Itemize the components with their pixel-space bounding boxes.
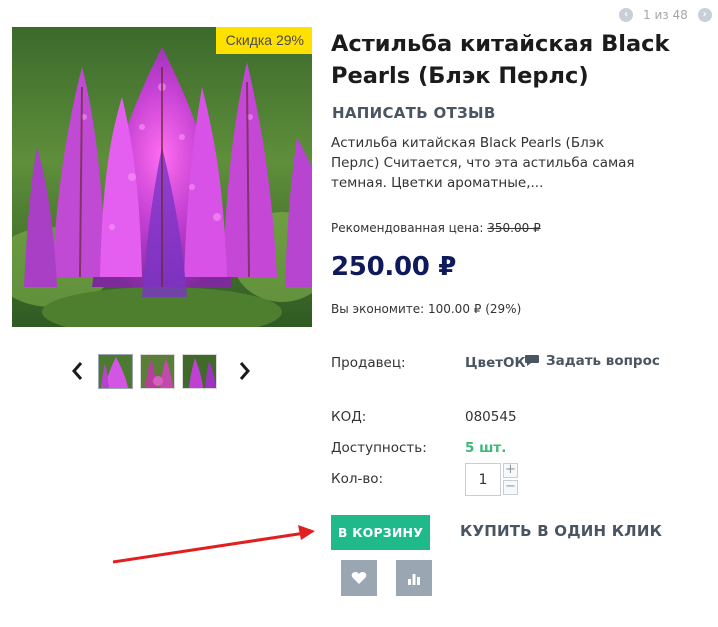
minus-icon[interactable]: − (503, 480, 518, 495)
product-main-image[interactable]: Скидка 29% (12, 27, 312, 327)
thumbnail-carousel (66, 352, 261, 390)
quantity-stepper: + − (465, 463, 519, 496)
seller-value: ЦветОК (465, 355, 526, 371)
product-pager: ‹ 1 из 48 › (619, 6, 715, 24)
buy-one-click-button[interactable]: КУПИТЬ В ОДИН КЛИК (460, 522, 662, 540)
thumbnail-3[interactable] (182, 354, 217, 389)
discount-badge: Скидка 29% (215, 27, 312, 54)
product-title: Астильба китайская Black Pearls (Блэк Пе… (331, 31, 670, 89)
quantity-input[interactable] (465, 463, 501, 496)
astilbe-photo (12, 27, 312, 327)
availability-value: 5 шт. (465, 440, 507, 456)
code-value: 080545 (465, 409, 517, 425)
chevron-left-icon[interactable]: ‹ (619, 8, 633, 22)
add-to-cart-button[interactable]: В КОРЗИНУ (331, 515, 430, 550)
code-label: КОД: (331, 409, 367, 425)
recommended-price: Рекомендованная цена: 350.00 ₽ (331, 221, 541, 235)
compare-button[interactable] (396, 560, 432, 596)
ask-question-label: Задать вопрос (546, 353, 660, 369)
seller-label: Продавец: (331, 355, 406, 371)
availability-label: Доступность: (331, 440, 427, 456)
annotation-arrow (112, 525, 315, 564)
current-price: 250.00 ₽ (331, 252, 457, 282)
chevron-right-icon[interactable]: › (697, 8, 712, 22)
plus-icon[interactable]: + (503, 463, 518, 478)
product-description: Астильба китайская Black Pearls (Блэк Пе… (331, 135, 635, 191)
pager-count: 1 из 48 (643, 8, 688, 22)
write-review-link[interactable]: НАПИСАТЬ ОТЗЫВ (332, 104, 496, 122)
bar-chart-icon (408, 574, 420, 585)
thumbnail-1[interactable] (98, 354, 133, 389)
chevron-left-icon[interactable] (70, 360, 84, 382)
savings-text: Вы экономите: 100.00 ₽ (29%) (331, 302, 522, 316)
old-price: 350.00 ₽ (487, 221, 541, 235)
heart-icon (351, 572, 367, 584)
ask-question-button[interactable]: Задать вопрос (524, 353, 660, 369)
seller-link[interactable]: ЦветОК (465, 355, 526, 371)
quantity-label: Кол-во: (331, 471, 384, 487)
recommended-price-label: Рекомендованная цена: (331, 221, 484, 235)
wishlist-button[interactable] (341, 560, 377, 596)
chevron-right-icon[interactable] (238, 360, 252, 382)
chat-bubble-icon (525, 355, 539, 366)
thumbnail-2[interactable] (140, 354, 175, 389)
